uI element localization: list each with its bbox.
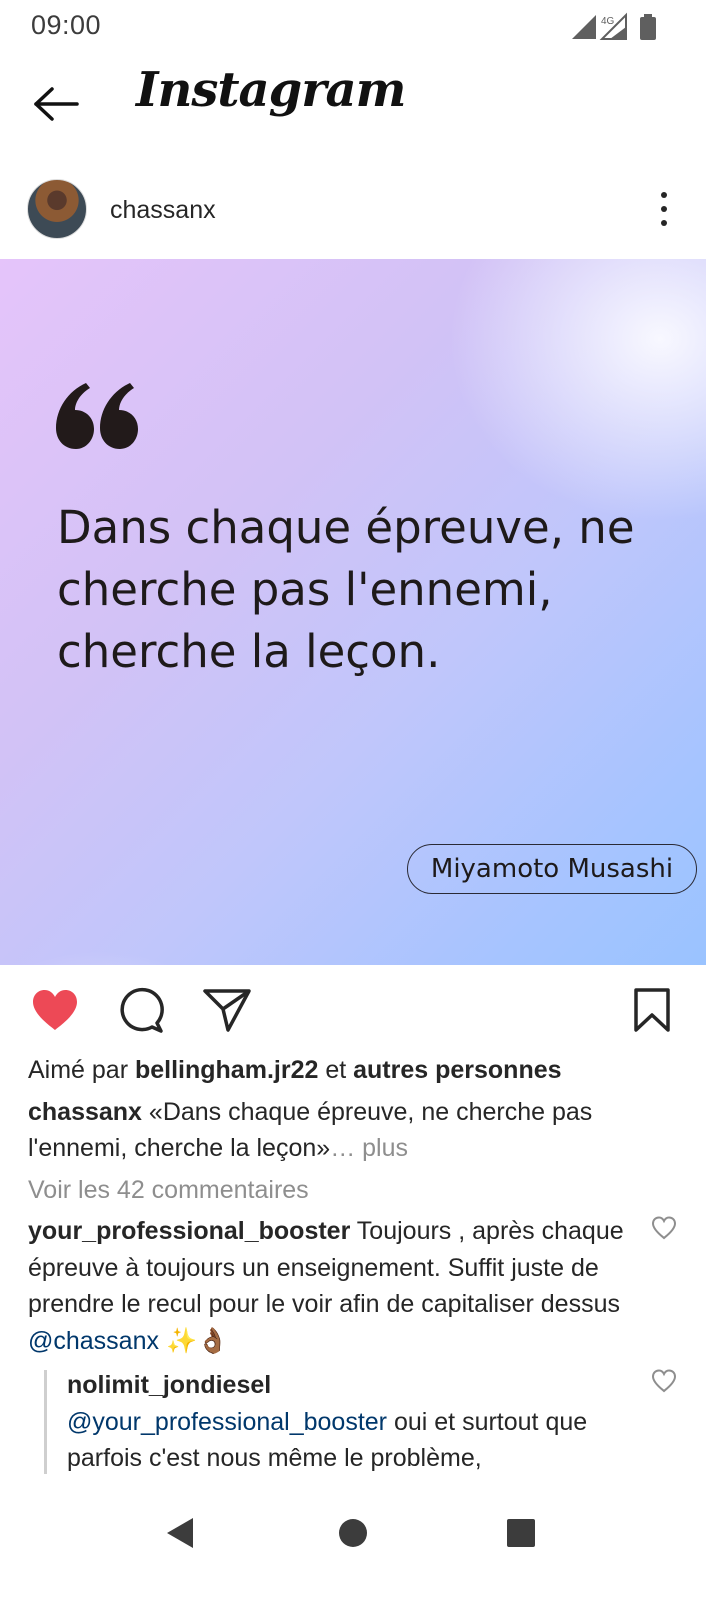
- comment-emoji: ✨👌🏾: [159, 1326, 229, 1355]
- comment-button[interactable]: [115, 984, 167, 1036]
- back-arrow-icon: [34, 87, 79, 121]
- back-button[interactable]: [30, 80, 82, 128]
- reply-mention[interactable]: @your_professional_booster: [67, 1408, 387, 1436]
- app-header: Instagram: [0, 52, 720, 162]
- square-recents-icon: [507, 1519, 535, 1547]
- nav-back-button[interactable]: [150, 1503, 210, 1563]
- status-bar: 09:00 4G: [0, 0, 720, 52]
- signal-4g-icon: 4G: [599, 12, 627, 40]
- view-comments-link[interactable]: Voir les 42 commentaires: [28, 1176, 309, 1205]
- quote-mark-icon: [56, 383, 138, 449]
- caption-more-link[interactable]: … plus: [330, 1134, 408, 1162]
- comment-icon: [120, 987, 164, 1033]
- comment-mention[interactable]: @chassanx: [28, 1327, 159, 1355]
- signal-icon: [572, 15, 596, 39]
- more-dot-icon: [661, 192, 667, 198]
- comment-reply: nolimit_jondiesel @your_professional_boos…: [67, 1367, 637, 1477]
- post-image[interactable]: Dans chaque épreuve, ne cherche pas l'en…: [0, 259, 706, 965]
- triangle-back-icon: [167, 1518, 193, 1548]
- more-dot-icon: [661, 206, 667, 212]
- quote-text: Dans chaque épreuve, ne cherche pas l'en…: [57, 501, 635, 678]
- reply-like-button[interactable]: [651, 1369, 677, 1393]
- comment: your_professional_booster Toujours , apr…: [28, 1213, 638, 1359]
- nav-home-button[interactable]: [323, 1503, 383, 1563]
- battery-icon: [640, 14, 656, 40]
- likes-summary[interactable]: Aimé par bellingham.jr22 et autres perso…: [28, 1056, 562, 1085]
- post-actions: [0, 980, 720, 1040]
- caption-username[interactable]: chassanx: [28, 1098, 142, 1126]
- send-icon: [203, 989, 251, 1032]
- like-button[interactable]: [29, 984, 81, 1036]
- more-dot-icon: [661, 220, 667, 226]
- reply-username[interactable]: nolimit_jondiesel: [67, 1367, 637, 1404]
- share-button[interactable]: [201, 984, 253, 1036]
- comment-username[interactable]: your_professional_booster: [28, 1217, 350, 1245]
- heart-filled-icon: [33, 990, 77, 1030]
- nav-recents-button[interactable]: [491, 1503, 551, 1563]
- bookmark-icon: [634, 988, 670, 1032]
- reply-thread-line: [44, 1370, 47, 1474]
- avatar[interactable]: [27, 179, 87, 239]
- liked-by-user[interactable]: bellingham.jr22: [135, 1056, 318, 1084]
- save-button[interactable]: [626, 984, 678, 1036]
- comment-like-button[interactable]: [651, 1216, 677, 1240]
- instagram-logo: Instagram: [136, 62, 406, 118]
- signal-battery-icons: 4G: [572, 12, 656, 40]
- post-header: chassanx: [0, 172, 720, 252]
- circle-home-icon: [339, 1519, 367, 1547]
- system-nav-bar: [0, 1480, 720, 1600]
- likes-middle: et: [318, 1056, 354, 1084]
- network-type-label: 4G: [601, 16, 615, 27]
- quote-author: Miyamoto Musashi: [407, 844, 697, 894]
- post-caption: chassanx «Dans chaque épreuve, ne cherch…: [28, 1094, 668, 1166]
- status-time: 09:00: [31, 10, 102, 40]
- post-username[interactable]: chassanx: [110, 196, 216, 225]
- more-options-button[interactable]: [650, 188, 678, 230]
- likes-prefix: Aimé par: [28, 1056, 135, 1084]
- likes-others[interactable]: autres personnes: [353, 1056, 561, 1084]
